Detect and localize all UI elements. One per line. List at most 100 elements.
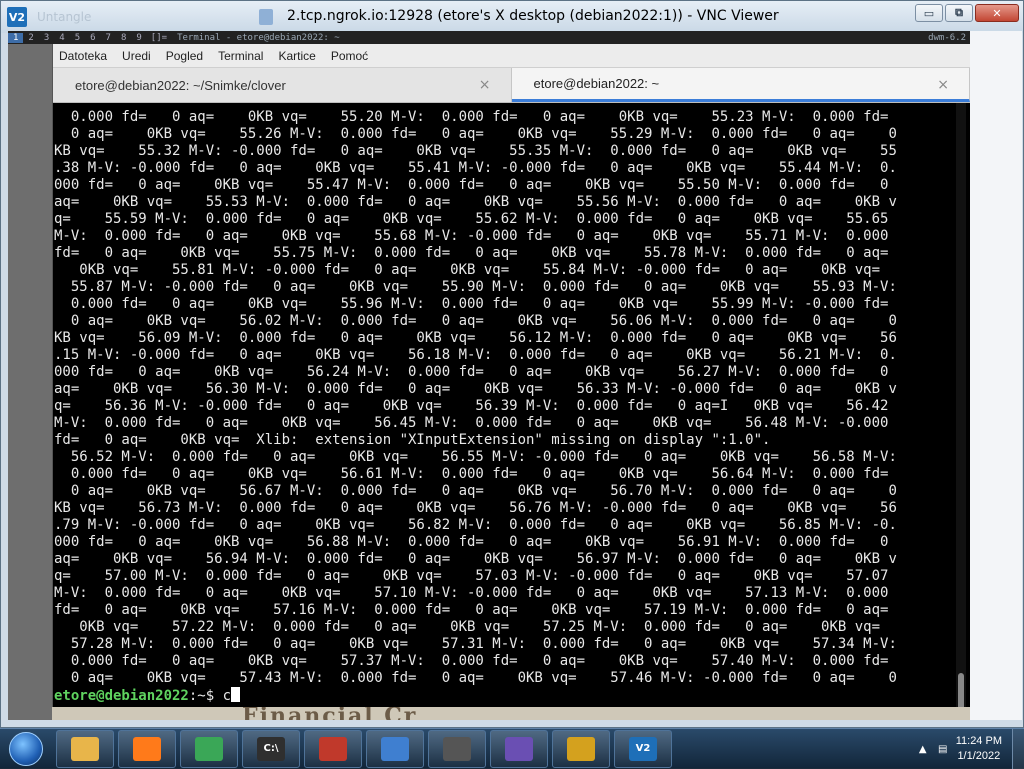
tab-label: etore@debian2022: ~: [533, 76, 660, 91]
prompt-line[interactable]: etore@debian2022:~$ c: [54, 687, 897, 705]
terminal-window[interactable]: Datoteka Uredi Pogled Terminal Kartice P…: [52, 44, 970, 720]
dwm-status-text: dwm-6.2: [928, 32, 966, 43]
taskbar-archive-button[interactable]: [490, 729, 548, 768]
tab-close-icon[interactable]: ×: [937, 77, 949, 93]
terminal-line: 000 fd= 0 aq= 0KB vq= 56.24 M-V: 0.000 f…: [54, 364, 889, 380]
terminal-line: 000 fd= 0 aq= 0KB vq= 56.88 M-V: 0.000 f…: [54, 534, 889, 550]
layout-indicator[interactable]: []=: [147, 33, 171, 43]
taskbar-chrome-button[interactable]: [180, 729, 238, 768]
taskbar-control-panel-button[interactable]: [366, 729, 424, 768]
taskbar-firefox-button[interactable]: [118, 729, 176, 768]
text-cursor: [231, 687, 241, 702]
terminal-line: M-V: 0.000 fd= 0 aq= 0KB vq= 57.10 M-V: …: [54, 585, 889, 601]
window-controls: ▭ ⧉ ✕: [915, 4, 1019, 22]
start-button[interactable]: [0, 729, 52, 769]
dwm-status-bar: 123456789 []= Terminal - etore@debian202…: [8, 31, 970, 44]
terminal-tabs: etore@debian2022: ~/Snimke/clover × etor…: [53, 68, 970, 103]
terminal-line: 0.000 fd= 0 aq= 0KB vq= 55.96 M-V: 0.000…: [54, 296, 889, 312]
menu-terminal[interactable]: Terminal: [218, 49, 263, 63]
taskbar-cmd-button[interactable]: C:\: [242, 729, 300, 768]
workspace-tag[interactable]: 6: [85, 33, 100, 43]
taskbar-tool-button[interactable]: [552, 729, 610, 768]
tray-arrow-icon[interactable]: ▲: [916, 742, 930, 756]
record-icon: [443, 736, 471, 761]
terminal-line: KB vq= 55.32 M-V: -0.000 fd= 0 aq= 0KB v…: [54, 143, 897, 159]
terminal-line: .79 M-V: -0.000 fd= 0 aq= 0KB vq= 56.82 …: [54, 517, 897, 533]
menu-tabs[interactable]: Kartice: [278, 49, 315, 63]
terminal-line: aq= 0KB vq= 56.94 M-V: 0.000 fd= 0 aq= 0…: [54, 551, 897, 567]
menu-file[interactable]: Datoteka: [59, 49, 107, 63]
windows-taskbar: C:\ V2 ▲ ▤ 11:24 PM 1/1/2022: [0, 728, 1024, 769]
terminal-line: aq= 0KB vq= 55.53 M-V: 0.000 fd= 0 aq= 0…: [54, 194, 897, 210]
terminal-line: 55.87 M-V: -0.000 fd= 0 aq= 0KB vq= 55.9…: [54, 279, 897, 295]
background-window-title: Untangle: [37, 10, 92, 24]
clock-date: 1/1/2022: [957, 750, 1001, 762]
tab-label: etore@debian2022: ~/Snimke/clover: [75, 77, 286, 93]
terminal-line: q= 55.59 M-V: 0.000 fd= 0 aq= 0KB vq= 55…: [54, 211, 889, 227]
network-icon[interactable]: ▤: [936, 742, 950, 756]
folder-icon: [71, 736, 99, 761]
tab-clover[interactable]: etore@debian2022: ~/Snimke/clover ×: [53, 68, 512, 102]
terminal-line: fd= 0 aq= 0KB vq= Xlib: extension "XInpu…: [54, 432, 771, 448]
menu-view[interactable]: Pogled: [166, 49, 203, 63]
vnc-titlebar[interactable]: V2 Untangle 2.tcp.ngrok.io:12928 (etore'…: [1, 1, 1023, 33]
terminal-output[interactable]: 0.000 fd= 0 aq= 0KB vq= 55.20 M-V: 0.000…: [53, 103, 970, 719]
menu-edit[interactable]: Uredi: [122, 49, 151, 63]
taskbar-items: C:\ V2: [52, 729, 672, 768]
workspace-tag[interactable]: 1: [8, 32, 24, 43]
workspace-tag[interactable]: 4: [54, 33, 69, 43]
terminal-line: .15 M-V: -0.000 fd= 0 aq= 0KB vq= 56.18 …: [54, 347, 897, 363]
terminal-line: 0 aq= 0KB vq= 57.43 M-V: 0.000 fd= 0 aq=…: [54, 670, 897, 686]
show-desktop-button[interactable]: [1012, 729, 1024, 769]
system-tray: ▲ ▤ 11:24 PM 1/1/2022: [916, 729, 1024, 769]
restore-button[interactable]: ⧉: [945, 4, 973, 22]
terminal-icon: C:\: [257, 736, 285, 761]
prompt-user-host: etore@debian2022: [54, 688, 189, 704]
workspace-tag[interactable]: 5: [70, 33, 85, 43]
taskbar-record-button[interactable]: [428, 729, 486, 768]
close-button[interactable]: ✕: [975, 4, 1019, 22]
terminal-line: 0 aq= 0KB vq= 55.26 M-V: 0.000 fd= 0 aq=…: [54, 126, 897, 142]
minimize-button[interactable]: ▭: [915, 4, 943, 22]
workspace-tag[interactable]: 9: [131, 33, 146, 43]
taskbar-toolbox-button[interactable]: [304, 729, 362, 768]
terminal-line: KB vq= 56.09 M-V: 0.000 fd= 0 aq= 0KB vq…: [54, 330, 897, 346]
remote-desktop[interactable]: 123456789 []= Terminal - etore@debian202…: [8, 31, 970, 720]
terminal-line: 0.000 fd= 0 aq= 0KB vq= 56.61 M-V: 0.000…: [54, 466, 889, 482]
terminal-line: KB vq= 56.73 M-V: 0.000 fd= 0 aq= 0KB vq…: [54, 500, 897, 516]
terminal-line: .38 M-V: -0.000 fd= 0 aq= 0KB vq= 55.41 …: [54, 160, 897, 176]
workspace-tag[interactable]: 3: [39, 33, 54, 43]
terminal-scrollbar[interactable]: [956, 103, 966, 719]
terminal-line: M-V: 0.000 fd= 0 aq= 0KB vq= 55.68 M-V: …: [54, 228, 889, 244]
terminal-line: q= 56.36 M-V: -0.000 fd= 0 aq= 0KB vq= 5…: [54, 398, 889, 414]
document-icon: [259, 9, 273, 25]
workspace-tag[interactable]: 8: [116, 33, 131, 43]
workspace-tag[interactable]: 7: [101, 33, 116, 43]
command-input[interactable]: c: [223, 688, 231, 704]
vnc-viewer-icon: V2: [629, 736, 657, 761]
terminal-line: 0 aq= 0KB vq= 56.67 M-V: 0.000 fd= 0 aq=…: [54, 483, 897, 499]
chrome-icon: [195, 736, 223, 761]
menu-help[interactable]: Pomoć: [331, 49, 368, 63]
terminal-line: 0 aq= 0KB vq= 56.02 M-V: 0.000 fd= 0 aq=…: [54, 313, 897, 329]
terminal-line: fd= 0 aq= 0KB vq= 57.16 M-V: 0.000 fd= 0…: [54, 602, 889, 618]
workspace-list: 123456789: [8, 32, 147, 43]
taskbar-vnc-viewer-button[interactable]: V2: [614, 729, 672, 768]
workspace-tag[interactable]: 2: [23, 33, 38, 43]
tab-close-icon[interactable]: ×: [479, 77, 491, 93]
desktop-underlay: Financial Cr: [52, 707, 970, 720]
windows-logo-icon: [9, 731, 43, 766]
terminal-line: M-V: 0.000 fd= 0 aq= 0KB vq= 56.45 M-V: …: [54, 415, 889, 431]
tool-icon: [567, 736, 595, 761]
vnc-logo-icon: V2: [7, 7, 27, 27]
toolbox-icon: [319, 736, 347, 761]
terminal-line: q= 57.00 M-V: 0.000 fd= 0 aq= 0KB vq= 57…: [54, 568, 889, 584]
terminal-line: 0.000 fd= 0 aq= 0KB vq= 55.20 M-V: 0.000…: [54, 109, 889, 125]
tab-home[interactable]: etore@debian2022: ~ ×: [511, 68, 970, 102]
clock[interactable]: 11:24 PM 1/1/2022: [956, 734, 1002, 764]
focused-window-title: Terminal - etore@debian2022: ~: [177, 32, 340, 43]
firefox-icon: [133, 736, 161, 761]
taskbar-explorer-button[interactable]: [56, 729, 114, 768]
terminal-line: fd= 0 aq= 0KB vq= 55.75 M-V: 0.000 fd= 0…: [54, 245, 889, 261]
terminal-line: 0KB vq= 57.22 M-V: 0.000 fd= 0 aq= 0KB v…: [54, 619, 881, 635]
